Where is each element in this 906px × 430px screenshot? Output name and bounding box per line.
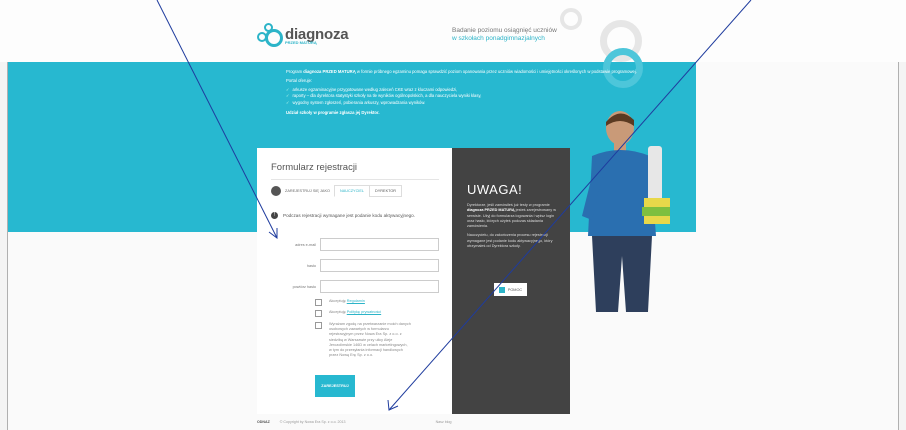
info-icon: ! [271,212,278,219]
divider [271,179,439,180]
activation-code-notice: ! Podczas rejestracji wymagane jest poda… [271,212,415,219]
offer-list: arkusze egzaminacyjne przygotowane wedłu… [286,87,666,106]
logo[interactable]: diagnoza PRZED MATURĄ [257,23,349,47]
email-field[interactable] [320,238,439,251]
notice-panel: UWAGA! Dyrektorze, jeśli zamówiłeś już t… [452,148,570,414]
tab-teacher[interactable]: NAUCZYCIEL [333,185,371,197]
notice-title: UWAGA! [467,182,523,197]
notice-director-text: Dyrektorze, jeśli zamówiłeś już testy w … [467,203,556,229]
consent-checkbox-row: Wyrażam zgodę na przetwarzanie moich dan… [315,322,411,358]
logo-subtitle: PRZED MATURĄ [285,40,317,45]
regulations-link[interactable]: Regulamin [347,299,365,303]
repeat-password-field-row: powtórz hasło [271,280,439,293]
privacy-text: Akceptuję Politykę prywatności [329,310,382,314]
password-field[interactable] [320,259,439,272]
footer: ODNAZ © Copyright by Nowa Era Sp. z o.o.… [257,420,577,424]
site-header: diagnoza PRZED MATURĄ Badanie poziomu os… [0,0,906,62]
privacy-checkbox-row: Akceptuję Politykę prywatności [315,310,381,317]
footer-brand[interactable]: ODNAZ [257,420,270,424]
banner-intro: Program diagnoza PRZED MATURĄ w formie p… [286,69,637,74]
help-icon [498,286,505,293]
tagline-line-2: w szkołach ponadgimnazjalnych [452,35,545,42]
password-label: hasło [306,263,316,268]
regulations-checkbox-row: Akceptuję Regulamin [315,299,365,306]
repeat-password-field[interactable] [320,280,439,293]
register-button[interactable]: ZAREJESTRUJ [315,375,355,397]
registration-form: Formularz rejestracji ZAREJESTRUJ SIĘ JA… [257,148,452,414]
privacy-link[interactable]: Politykę prywatności [347,310,381,314]
email-field-row: adres e-mail [271,238,439,251]
email-label: adres e-mail [295,242,316,247]
decorative-ring-icon [560,8,582,30]
role-label: ZAREJESTRUJ SIĘ JAKO [285,189,330,193]
logo-icon [257,23,283,47]
notice-body: Dyrektorze, jeśli zamówiłeś już testy w … [467,203,559,253]
student-image [582,111,670,312]
notice-teacher-text: Nauczycielu, do zakończenia procesu reje… [467,233,553,249]
repeat-password-label: powtórz hasło [292,284,316,289]
portal-offers-label: Portal oferuje: [286,78,313,84]
consent-text: Wyrażam zgodę na przetwarzanie moich dan… [329,322,411,358]
role-selector: ZAREJESTRUJ SIĘ JAKO NAUCZYCIEL DYREKTOR [271,185,403,197]
footer-copyright: © Copyright by Nowa Era Sp. z o.o. 2013 [279,420,346,424]
help-button[interactable]: POMOC [494,283,527,296]
password-field-row: hasło [271,259,439,272]
regulations-text: Akceptuję Regulamin [329,299,365,303]
regulations-checkbox[interactable] [315,299,322,306]
privacy-checkbox[interactable] [315,310,322,317]
tagline-line-1: Badanie poziomu osiągnięć uczniów [452,27,557,34]
tagline: Badanie poziomu osiągnięć uczniów w szko… [452,27,557,43]
form-title: Formularz rejestracji [271,162,358,173]
tab-director[interactable]: DYREKTOR [369,185,403,197]
consent-checkbox[interactable] [315,322,322,329]
notice-text: Podczas rejestracji wymagane jest podani… [283,213,416,218]
user-icon [271,186,281,196]
help-label: POMOC [507,287,523,292]
footer-blog-link[interactable]: Nasz blog [436,420,452,424]
